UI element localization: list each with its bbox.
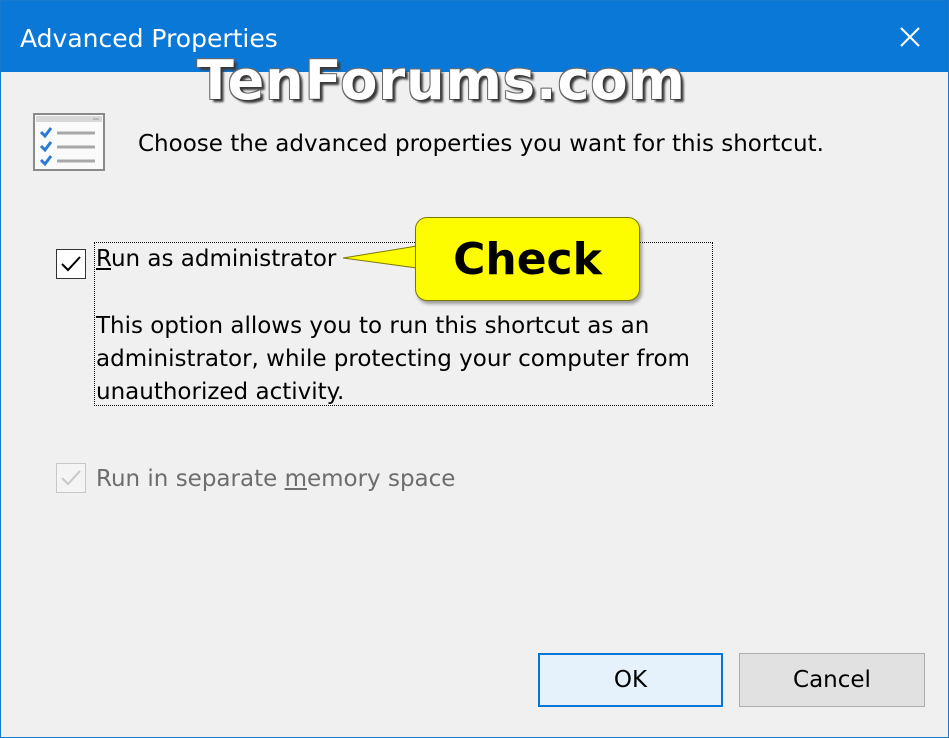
callout-pointer: [343, 245, 419, 269]
cancel-button[interactable]: Cancel: [739, 653, 925, 707]
header-text: Choose the advanced properties you want …: [138, 131, 824, 157]
ok-button[interactable]: OK: [538, 653, 723, 707]
separate-memory-label[interactable]: Run in separate memory space: [96, 463, 455, 495]
label-text: emory space: [306, 466, 456, 492]
run-as-admin-description: This option allows you to run this short…: [96, 313, 690, 405]
checkmark-icon: [61, 256, 81, 272]
close-icon: [900, 26, 920, 47]
close-button[interactable]: [872, 1, 948, 72]
run-as-admin-checkbox[interactable]: [56, 249, 86, 279]
access-key: R: [96, 246, 111, 272]
label-text: un as administrator: [110, 246, 337, 272]
check-callout: Check: [415, 217, 640, 301]
separate-memory-checkbox[interactable]: [56, 463, 86, 493]
watermark: TenForums.com: [197, 49, 686, 112]
label-text: Run in separate: [96, 466, 285, 492]
checklist-icon: [33, 113, 105, 171]
run-as-admin-label[interactable]: Run as administrator: [96, 243, 336, 275]
access-key: m: [284, 466, 307, 492]
advanced-properties-dialog: Advanced Properties TenForums.com Choose…: [0, 0, 949, 738]
checkmark-icon: [61, 470, 81, 486]
